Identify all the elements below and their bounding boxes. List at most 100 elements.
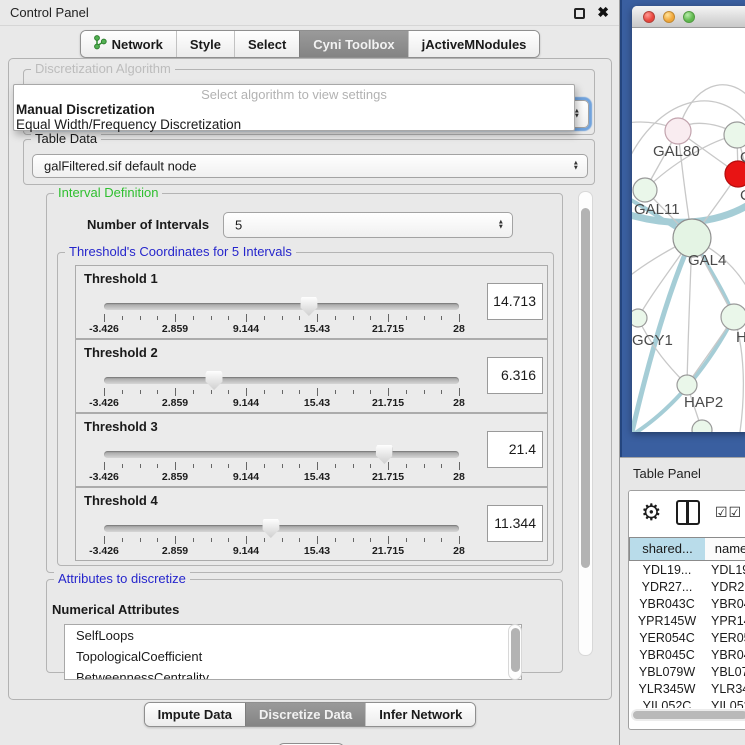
attributes-listbox[interactable]: SelfLoopsTopologicalCoefficientBetweenne… <box>64 624 522 680</box>
network-node[interactable] <box>633 178 657 202</box>
table-horizontal-scrollbar[interactable] <box>631 709 745 721</box>
popup-item[interactable]: Manual Discretization <box>14 102 574 117</box>
table-row[interactable]: YBL079WYBL079W <box>629 664 745 681</box>
tick-mark <box>228 316 229 320</box>
slider-track[interactable] <box>104 451 459 458</box>
tab-style[interactable]: Style <box>176 31 234 57</box>
tick-mark <box>424 316 425 320</box>
tab-discretize-data[interactable]: Discretize Data <box>245 703 365 726</box>
network-node[interactable] <box>677 375 697 395</box>
tick-mark <box>246 536 247 544</box>
threshold-slider[interactable]: -3.4262.8599.14415.4321.71528 <box>104 518 459 558</box>
tick-mark <box>282 464 283 468</box>
network-node[interactable] <box>692 420 712 432</box>
table-row[interactable]: YIL052CYIL052C <box>629 698 745 708</box>
tick-mark <box>157 390 158 394</box>
group-title: Table Data <box>31 131 101 146</box>
tab-network[interactable]: Network <box>81 31 176 57</box>
table-data-combobox[interactable]: galFiltered.sif default node ▲▼ <box>32 154 588 178</box>
network-node[interactable] <box>632 309 647 327</box>
threshold-slider[interactable]: -3.4262.8599.14415.4321.71528 <box>104 370 459 410</box>
split-table-icon[interactable] <box>676 500 700 525</box>
zoom-traffic-light-icon[interactable] <box>683 11 695 23</box>
threshold-slider[interactable]: -3.4262.8599.14415.4321.71528 <box>104 296 459 336</box>
table-row[interactable]: YLR345WYLR345W <box>629 681 745 698</box>
num-intervals-combobox[interactable]: 5 ▲▼ <box>223 212 513 238</box>
network-window-titlebar[interactable] <box>632 6 745 28</box>
tick-mark <box>459 388 460 396</box>
attribute-list-item[interactable]: SelfLoops <box>65 625 521 646</box>
threshold-value-field[interactable]: 11.344 <box>487 505 543 542</box>
slider-track[interactable] <box>104 377 459 384</box>
table-row[interactable]: YBR045CYBR045C <box>629 647 745 664</box>
popup-items: Manual DiscretizationEqual Width/Frequen… <box>14 102 574 132</box>
table-column-header[interactable]: shared... <box>629 537 705 561</box>
tick-mark <box>353 464 354 468</box>
top-tab-bar: Network StyleSelectCyni ToolboxjActiveMNo… <box>0 30 620 58</box>
tick-mark <box>406 464 407 468</box>
checkbox-icons[interactable]: ☑☑ <box>715 504 742 521</box>
tick-mark <box>299 316 300 320</box>
threshold-value-field[interactable]: 6.316 <box>487 357 543 394</box>
network-node-label: HAP2 <box>684 394 723 411</box>
tick-mark <box>228 390 229 394</box>
network-node-label: H <box>736 329 745 346</box>
threshold-slider[interactable]: -3.4262.8599.14415.4321.71528 <box>104 444 459 484</box>
tick-mark <box>157 316 158 320</box>
tick-label: 15.43 <box>304 397 330 409</box>
interval-definition-group: Interval Definition Number of Intervals … <box>46 193 563 573</box>
attribute-list-item[interactable]: TopologicalCoefficient <box>65 646 521 667</box>
minimize-traffic-light-icon[interactable] <box>663 11 675 23</box>
panel-scrollbar[interactable] <box>578 191 593 656</box>
tick-label: -3.426 <box>89 471 119 483</box>
close-traffic-light-icon[interactable] <box>643 11 655 23</box>
network-node[interactable] <box>721 304 745 330</box>
combobox-value: 5 <box>235 218 242 233</box>
tab-label: Discretize Data <box>259 707 352 722</box>
tick-label: 9.144 <box>233 471 259 483</box>
attributes-scrollbar[interactable] <box>508 624 522 680</box>
scrollbar-thumb[interactable] <box>511 628 520 672</box>
scrollbar-thumb[interactable] <box>581 208 590 568</box>
tab-jactivemnodules[interactable]: jActiveMNodules <box>408 31 540 57</box>
tick-label: 28 <box>453 545 465 557</box>
table-row[interactable]: YDL19...YDL19... <box>629 562 745 579</box>
table-cell: YER054C <box>629 630 705 647</box>
tick-mark <box>157 464 158 468</box>
slider-ticks <box>104 388 459 396</box>
threshold-label: Threshold 1 <box>84 271 158 286</box>
slider-track[interactable] <box>104 303 459 310</box>
slider-track[interactable] <box>104 525 459 532</box>
float-window-icon[interactable] <box>574 8 585 19</box>
tab-infer-network[interactable]: Infer Network <box>365 703 475 726</box>
tab-cyni-toolbox[interactable]: Cyni Toolbox <box>299 31 407 57</box>
table-row[interactable]: YPR145WYPR145W <box>629 613 745 630</box>
network-view[interactable]: GAL80GCGAL11GAL4GCY1HHAP2 <box>632 28 745 432</box>
table-row[interactable]: YER054CYER054C <box>629 630 745 647</box>
tick-mark <box>246 388 247 396</box>
tick-mark <box>388 462 389 470</box>
attribute-list-item[interactable]: BetweennessCentrality <box>65 667 521 680</box>
network-node-label: C <box>740 187 745 204</box>
table-row[interactable]: YBR043CYBR043C <box>629 596 745 613</box>
popup-item[interactable]: Equal Width/Frequency Discretization <box>14 117 574 132</box>
tab-label: Network <box>112 37 163 52</box>
slider-ticks <box>104 536 459 544</box>
slider-ticks <box>104 314 459 322</box>
tab-impute-data[interactable]: Impute Data <box>145 703 245 726</box>
network-node-label: GAL4 <box>688 252 726 269</box>
close-icon[interactable]: ✖ <box>597 4 609 21</box>
group-title: Attributes to discretize <box>54 571 190 586</box>
table-row[interactable]: YDR27...YDR27... <box>629 579 745 596</box>
network-node[interactable] <box>665 118 691 144</box>
tick-mark <box>335 464 336 468</box>
gear-icon[interactable]: ⚙ <box>641 499 662 526</box>
tick-mark <box>122 538 123 542</box>
tab-select[interactable]: Select <box>234 31 299 57</box>
threshold-value-field[interactable]: 14.713 <box>487 283 543 320</box>
tick-mark <box>282 316 283 320</box>
table-column-header[interactable]: name <box>705 537 745 561</box>
network-node[interactable] <box>724 122 745 148</box>
threshold-value-field[interactable]: 21.4 <box>487 431 543 468</box>
scrollbar-thumb[interactable] <box>633 711 745 719</box>
